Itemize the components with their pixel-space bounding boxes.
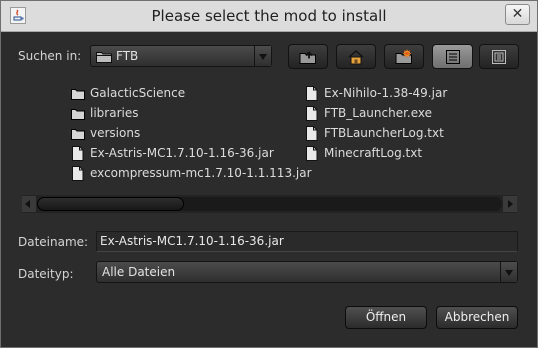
cancel-button[interactable]: Abbrechen: [436, 306, 518, 329]
chevron-down-icon[interactable]: [500, 262, 517, 282]
filetype-value: Alle Dateien: [102, 265, 176, 279]
close-icon: ✕: [511, 6, 524, 22]
close-button[interactable]: ✕: [505, 4, 530, 25]
folder-icon: [71, 89, 85, 100]
file-icon: [306, 146, 318, 161]
list-view-button[interactable]: [432, 44, 473, 69]
lookin-combo[interactable]: FTB: [90, 45, 272, 67]
file-icon: [306, 86, 318, 101]
folder-up-icon: [299, 50, 316, 64]
filetype-label: Dateityp:: [18, 267, 74, 281]
list-view-icon: [445, 49, 460, 64]
details-view-button[interactable]: [479, 44, 519, 69]
folder-icon: [71, 109, 85, 120]
filename-field[interactable]: Ex-Astris-MC1.7.10-1.16-36.jar: [96, 231, 518, 252]
file-icon: [72, 146, 84, 161]
scroll-thumb[interactable]: [37, 197, 184, 211]
folder-icon: [96, 52, 112, 63]
open-button[interactable]: Öffnen: [345, 306, 427, 329]
new-folder-icon: [395, 49, 412, 64]
filename-label: Dateiname:: [18, 235, 89, 249]
up-one-level-button[interactable]: [288, 44, 328, 69]
lookin-label: Suchen in:: [18, 49, 82, 63]
title-bar: Please select the mod to install ✕: [1, 1, 537, 32]
folder-icon: [71, 129, 85, 140]
horizontal-scrollbar[interactable]: [22, 195, 517, 213]
scroll-left-button[interactable]: [22, 196, 36, 212]
details-view-icon: [492, 49, 506, 64]
home-button[interactable]: [336, 44, 376, 69]
home-icon: [348, 49, 364, 64]
file-icon: [306, 106, 318, 121]
file-chooser-dialog: Please select the mod to install ✕ Suche…: [0, 0, 538, 348]
new-folder-button[interactable]: [384, 44, 424, 69]
file-icon: [306, 126, 318, 141]
dialog-content: Suchen in: FTB GalacticScience libraries…: [1, 32, 537, 347]
scroll-right-button[interactable]: [503, 196, 517, 212]
lookin-value: FTB: [116, 49, 139, 63]
dialog-title: Please select the mod to install: [151, 7, 387, 25]
file-icon: [72, 166, 84, 181]
scroll-track[interactable]: [37, 197, 502, 211]
chevron-down-icon[interactable]: [254, 46, 271, 66]
filetype-combo[interactable]: Alle Dateien: [96, 261, 518, 283]
